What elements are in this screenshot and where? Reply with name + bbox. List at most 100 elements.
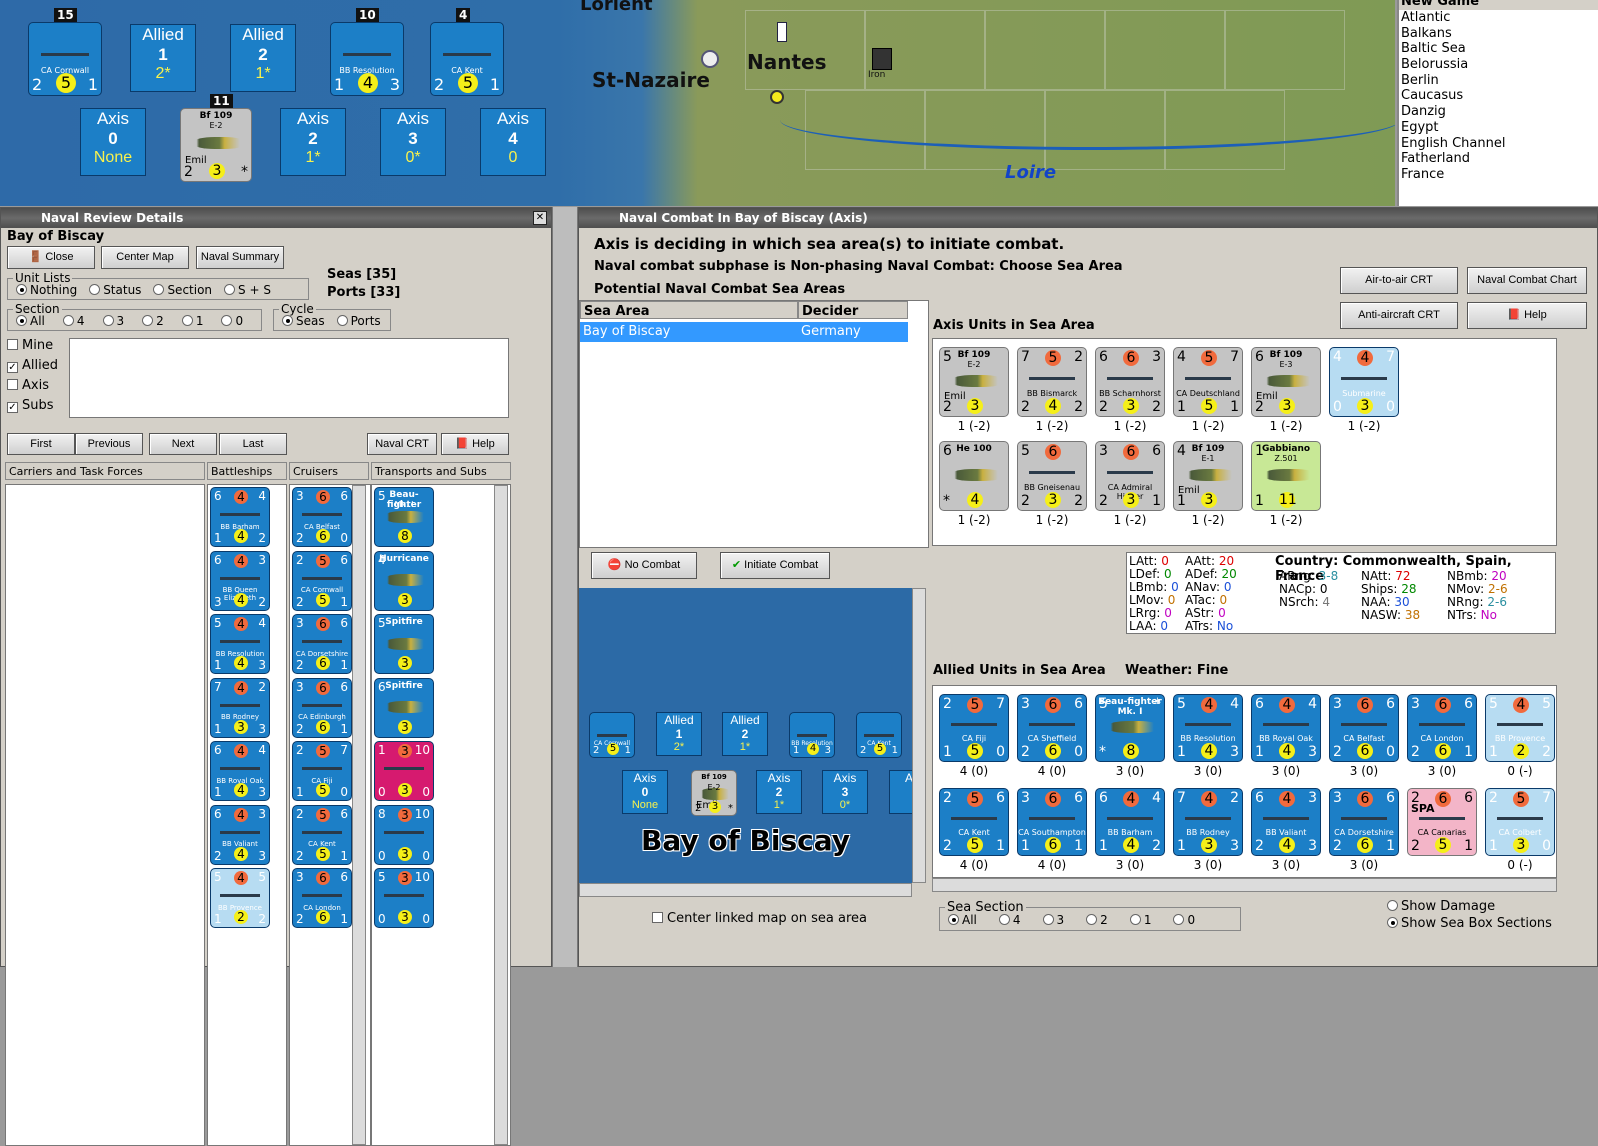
center-map-button[interactable]: Center Map bbox=[101, 246, 189, 269]
game-list-item[interactable]: Belorussia bbox=[1399, 57, 1598, 73]
column-header[interactable]: Cruisers bbox=[289, 462, 369, 480]
unit-counter[interactable]: 3 6 6 CA Southampton 1 6 1 bbox=[1017, 788, 1087, 856]
unit-counter[interactable]: 6 4 4 BB Barham 1 4 2 bbox=[1095, 788, 1165, 856]
unit-counter[interactable]: CA Cornwall 2 5 1 bbox=[589, 712, 635, 758]
unit-counter[interactable]: 7 5 2 BB Bismarck 2 4 2 bbox=[1017, 347, 1087, 417]
radio-option[interactable]: 1 bbox=[1129, 913, 1151, 927]
unit-counter[interactable]: 5 3 10 0 3 0 bbox=[374, 868, 434, 928]
unit-counter[interactable]: 6 4 4 BB Royal Oak 1 4 3 bbox=[1251, 694, 1321, 762]
nav-button-last[interactable]: Last bbox=[219, 433, 287, 455]
transports-scrollbar[interactable] bbox=[494, 485, 508, 1145]
unit-counter[interactable]: 5 4 5 BB Provence 1 2 2 bbox=[1485, 694, 1555, 762]
radio-option[interactable]: Seas bbox=[282, 314, 325, 328]
column-header[interactable]: Battleships bbox=[207, 462, 287, 480]
axis-units-panel[interactable]: 5 Bf 109 E-2 Emil 2 3 1 (-2) 7 5 2 BB Bismarck 2 4 2 1… bbox=[932, 338, 1557, 546]
unit-counter[interactable]: 3 6 6 CA Belfast 2 6 0 bbox=[292, 487, 352, 547]
unit-counter[interactable]: 6 4 4 BB Royal Oak 1 4 3 bbox=[210, 741, 270, 801]
unit-counter[interactable]: 7 4 2 BB Rodney 1 3 3 bbox=[210, 677, 270, 738]
unit-counter[interactable]: 3 6 6 CA Dorsetshire 2 6 1 bbox=[292, 614, 352, 674]
radio-option[interactable]: 1 bbox=[181, 314, 203, 328]
game-list-item[interactable]: France bbox=[1399, 167, 1598, 183]
unit-counter[interactable]: BB Resolution 1 4 3 bbox=[330, 22, 404, 96]
radio-option[interactable]: Section bbox=[153, 283, 212, 297]
game-list-item[interactable]: Balkans bbox=[1399, 26, 1598, 42]
radio-option[interactable]: All bbox=[16, 314, 45, 328]
column-header[interactable]: Transports and Subs bbox=[371, 462, 511, 480]
unit-counter[interactable]: Bf 109 E-2 Emil 2 3 * bbox=[691, 770, 737, 816]
transports-list[interactable]: 5 Beau-fighter Mk. I 8 4 Hurricane 3 5 Spitfire 3… bbox=[371, 484, 511, 1146]
sea-area-table[interactable]: Sea Area Decider Bay of Biscay Germany bbox=[579, 300, 929, 548]
minimap-sea-box[interactable]: Axis 3 0* bbox=[822, 770, 868, 814]
unit-counter[interactable]: 643BB Queen Elizabeth342 bbox=[210, 550, 270, 611]
allied-sea-box[interactable]: Allied 2 1* bbox=[230, 24, 296, 92]
unit-counter[interactable]: 2 5 7 CA Fiji 1 5 0 bbox=[939, 694, 1009, 762]
unit-counter[interactable]: 2 6 6 CA Canarias 2 5 1 bbox=[1407, 788, 1477, 856]
unit-counter[interactable]: 2 5 6 CA Kent 2 5 1 bbox=[292, 804, 352, 865]
minimap-sea-box[interactable]: Ax bbox=[889, 770, 912, 814]
game-list-item[interactable]: Danzig bbox=[1399, 104, 1598, 120]
column-header-sea-area[interactable]: Sea Area bbox=[580, 301, 798, 319]
unit-counter[interactable]: 2 5 6 CA Kent 2 5 1 bbox=[939, 788, 1009, 856]
unit-counter[interactable]: 3 6 6 CA London 2 6 1 bbox=[292, 868, 352, 928]
unit-counter[interactable]: 5 Spitfire 3 bbox=[374, 614, 434, 674]
radio-option[interactable]: Nothing bbox=[16, 283, 77, 297]
unit-counter[interactable]: 4 5 7 CA Deutschland 1 5 1 bbox=[1173, 347, 1243, 417]
nav-button-next[interactable]: Next bbox=[149, 433, 217, 455]
unit-counter[interactable]: 4 4 7 Submarine 0 3 0 bbox=[1329, 347, 1399, 417]
axis-sea-box[interactable]: Axis 0 None bbox=[80, 108, 146, 176]
minimap-sea-box[interactable]: Allied 2 1* bbox=[722, 712, 768, 756]
unit-counter[interactable]: 3 6 6 CA London 2 6 1 bbox=[1407, 694, 1477, 762]
game-list-item[interactable]: Atlantic bbox=[1399, 10, 1598, 26]
game-list-item[interactable]: Fatherland bbox=[1399, 151, 1598, 167]
allied-units-panel[interactable]: 2 5 7 CA Fiji 1 5 0 4 (0) 3 6 6 CA Sheffield 2 6 0 4 (0… bbox=[932, 685, 1557, 878]
radio-option[interactable]: S + S bbox=[224, 283, 271, 297]
allied-units-hscroll[interactable] bbox=[932, 878, 1557, 892]
close-icon[interactable]: ✕ bbox=[533, 211, 547, 225]
axis-sea-box[interactable]: Axis 3 0* bbox=[380, 108, 446, 176]
game-list-item[interactable]: Egypt bbox=[1399, 120, 1598, 136]
unit-counter[interactable]: 8 3 10 0 3 0 bbox=[374, 804, 434, 865]
filter-checkbox[interactable]: Axis bbox=[7, 378, 67, 398]
anti-aircraft-crt-button[interactable]: Anti-aircraft CRT bbox=[1340, 302, 1458, 329]
port-icon[interactable] bbox=[701, 50, 719, 68]
unit-counter[interactable]: 4 Hurricane 3 bbox=[374, 550, 434, 611]
unit-counter[interactable]: 2 5 7 CA Colbert 1 3 0 bbox=[1485, 788, 1555, 856]
unit-counter[interactable]: 3 6 6 CA Belfast 2 6 0 bbox=[1329, 694, 1399, 762]
iron-resource-icon[interactable] bbox=[872, 48, 892, 70]
radio-option[interactable]: 0 bbox=[1173, 913, 1195, 927]
radio-option[interactable]: 3 bbox=[102, 314, 124, 328]
allied-sea-box[interactable]: Allied 1 2* bbox=[130, 24, 196, 92]
carriers-list[interactable] bbox=[5, 484, 205, 1146]
battleships-list[interactable]: 644BB Barham142643BB Queen Elizabeth3425… bbox=[207, 484, 287, 1146]
unit-counter[interactable]: CA Kent 2 5 1 bbox=[856, 712, 902, 758]
help-button[interactable]: 📕 Help bbox=[441, 433, 509, 455]
unit-counter[interactable]: 6 4 4 BB Barham 1 4 2 bbox=[210, 487, 270, 547]
unit-counter[interactable]: 3 6 6 CA Edinburgh 2 6 1 bbox=[292, 677, 352, 738]
table-row[interactable]: Bay of Biscay Germany bbox=[580, 322, 908, 342]
initiate-combat-button[interactable]: ✔ Initiate Combat bbox=[720, 552, 830, 579]
radio-option[interactable]: 4 bbox=[62, 314, 85, 328]
unit-counter[interactable]: 6 He 100 * 4 bbox=[939, 441, 1009, 511]
unit-counter[interactable]: 5 4 4 BB Resolution 1 4 3 bbox=[1173, 694, 1243, 762]
axis-sea-box[interactable]: Axis 4 0 bbox=[480, 108, 546, 176]
nav-button-previous[interactable]: Previous bbox=[75, 433, 143, 455]
sea-area-minimap[interactable]: CA Cornwall 2 5 1 BB Resolution 1 4 3 CA Kent 2 5 1… bbox=[579, 588, 912, 883]
city-icon[interactable] bbox=[770, 90, 784, 104]
game-list-item[interactable]: Caucasus bbox=[1399, 88, 1598, 104]
unit-counter[interactable]: BB Resolution 1 4 3 bbox=[789, 712, 835, 758]
unit-counter[interactable]: 6 Bf 109 E-3 Emil 2 3 bbox=[1251, 347, 1321, 417]
unit-counter[interactable]: 2 5 6 CA Cornwall 2 5 1 bbox=[292, 550, 352, 611]
minimap-hscroll[interactable] bbox=[579, 883, 912, 897]
unit-counter[interactable]: 1 Gabbiano Z.501 1 11 bbox=[1251, 441, 1321, 511]
naval-crt-button[interactable]: Naval CRT bbox=[367, 433, 437, 455]
radio-option[interactable]: Status bbox=[89, 283, 141, 297]
close-button[interactable]: 🚪 Close bbox=[7, 246, 95, 269]
unit-counter[interactable]: 2 5 7 CA Fiji 1 5 0 bbox=[292, 741, 352, 801]
minimap-sea-box[interactable]: Axis 0 None bbox=[622, 770, 668, 814]
unit-counter[interactable]: 6 4 3 BB Valiant 2 4 3 bbox=[210, 804, 270, 865]
unit-counter[interactable]: CA Kent 2 5 1 bbox=[430, 22, 504, 96]
game-list-item[interactable]: Baltic Sea bbox=[1399, 41, 1598, 57]
unit-counter[interactable]: Bf 109 E-2 Emil 2 3 * bbox=[180, 108, 252, 182]
no-combat-button[interactable]: ⛔ No Combat bbox=[591, 552, 697, 579]
column-header[interactable]: Carriers and Task Forces bbox=[5, 462, 205, 480]
